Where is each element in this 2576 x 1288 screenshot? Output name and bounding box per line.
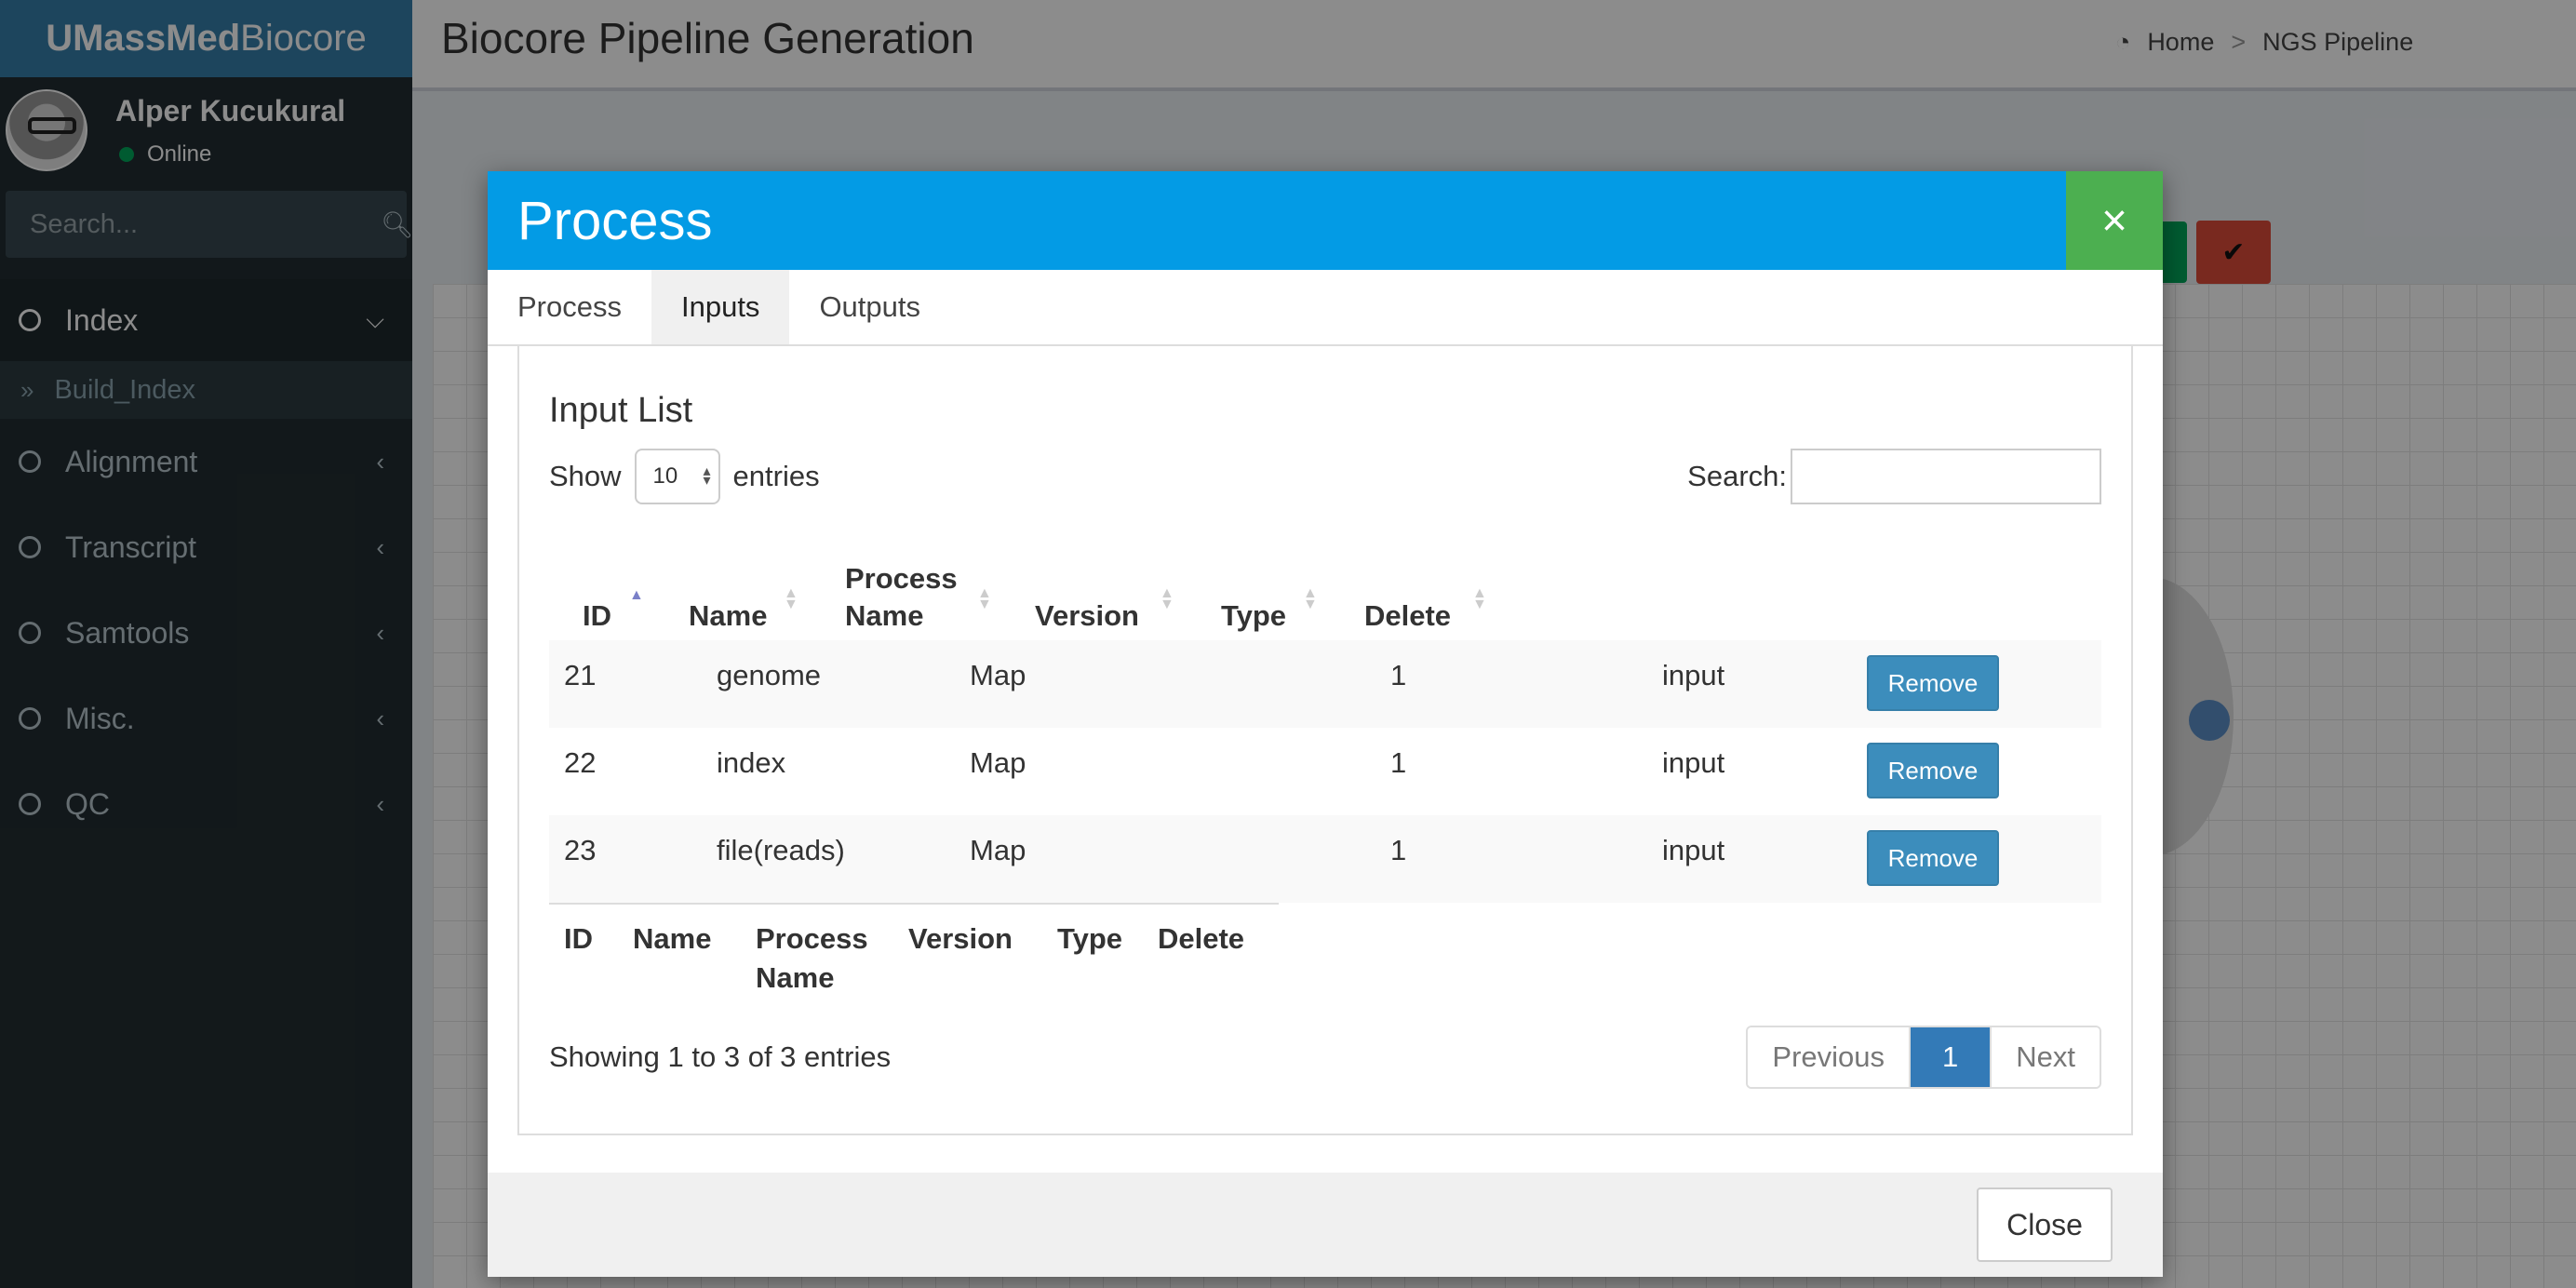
column-header-process-name[interactable]: Process Name — [845, 560, 958, 635]
page-length-value: 10 — [652, 463, 678, 489]
panel-title: Input List — [549, 391, 693, 430]
process-modal: Process × Process Inputs Outputs Input L… — [488, 171, 2163, 1277]
footer-column-version: Version — [908, 922, 1013, 955]
column-header-label: Delete — [1364, 599, 1452, 632]
sort-icon: ▲ ▼ — [1303, 585, 1318, 612]
cell-id: 23 — [564, 834, 597, 866]
footer-column-delete: Delete — [1158, 922, 1245, 955]
cell-name: genome — [717, 659, 822, 691]
cell-id: 22 — [564, 746, 597, 779]
cell-name: index — [717, 746, 786, 779]
column-header-version[interactable]: Version — [1035, 597, 1139, 635]
cell-process-name: Map — [970, 659, 1026, 691]
table-row: 23 file(reads) Map 1 input Remove — [549, 815, 2101, 903]
cell-process-name: Map — [970, 746, 1026, 779]
column-header-type[interactable]: Type — [1221, 597, 1286, 635]
modal-tabs: Process Inputs Outputs — [488, 270, 2163, 346]
table-footer: ID Name Process Name Version Type Delete — [549, 903, 1279, 1014]
input-list-panel: Input List Show 10 ▴ ▾ entries Search: ID… — [517, 344, 2133, 1135]
footer-column-name: Name — [633, 922, 712, 955]
close-icon[interactable]: × — [2066, 171, 2163, 270]
column-header-label-line: Process — [845, 562, 958, 595]
column-header-id[interactable]: ID — [583, 597, 611, 635]
footer-label-line: Process — [756, 922, 868, 955]
search-label: Search: — [1687, 460, 1787, 492]
column-header-name[interactable]: Name — [689, 597, 767, 635]
modal-footer: Close — [488, 1173, 2163, 1277]
column-header-delete[interactable]: Delete — [1364, 597, 1451, 635]
select-arrows-icon: ▴ ▾ — [703, 463, 711, 489]
cell-id: 21 — [564, 659, 597, 691]
column-header-label-line: Name — [845, 599, 924, 632]
cell-version: 1 — [1390, 834, 1407, 866]
column-header-label: Type — [1221, 599, 1287, 632]
cell-process-name: Map — [970, 834, 1026, 866]
sort-icon: ▲ ▼ — [1160, 585, 1174, 612]
column-header-label: Version — [1035, 599, 1139, 632]
sort-icon: ▲ ▼ — [977, 585, 992, 612]
modal-header: Process × — [488, 171, 2163, 270]
table-search-input[interactable] — [1791, 449, 2101, 504]
table-header: ID ▲ Name ▲ ▼ Process Name ▲ ▼ Version ▲ ▼ T… — [549, 540, 1502, 651]
page-length-control: Show 10 ▴ ▾ entries — [549, 449, 820, 504]
cell-version: 1 — [1390, 746, 1407, 779]
entries-label: entries — [732, 460, 820, 492]
sort-icon: ▲ ▼ — [1472, 585, 1487, 612]
pagination: Previous 1 Next — [1746, 1026, 2101, 1089]
show-label: Show — [549, 460, 622, 492]
table-row: 22 index Map 1 input Remove — [549, 728, 2101, 815]
footer-column-id: ID — [564, 922, 593, 955]
cell-type: input — [1662, 746, 1725, 779]
column-header-label: ID — [583, 599, 611, 632]
cell-name: file(reads) — [717, 834, 845, 866]
next-page-button[interactable]: Next — [1990, 1027, 2100, 1087]
tab-process[interactable]: Process — [488, 270, 651, 344]
page-length-select[interactable]: 10 ▴ ▾ — [634, 449, 720, 504]
table-row: 21 genome Map 1 input Remove — [549, 640, 2101, 728]
table-body: 21 genome Map 1 input Remove 22 index Ma… — [549, 640, 2101, 903]
cell-version: 1 — [1390, 659, 1407, 691]
previous-page-button[interactable]: Previous — [1748, 1027, 1909, 1087]
tab-outputs[interactable]: Outputs — [789, 270, 950, 344]
cell-type: input — [1662, 834, 1725, 866]
footer-column-type: Type — [1057, 922, 1123, 955]
sort-asc-icon: ▲ — [629, 587, 644, 603]
cell-type: input — [1662, 659, 1725, 691]
table-search: Search: — [1687, 449, 2101, 504]
remove-button[interactable]: Remove — [1867, 830, 1999, 886]
close-button[interactable]: Close — [1977, 1187, 2113, 1262]
remove-button[interactable]: Remove — [1867, 655, 1999, 711]
modal-title: Process — [517, 190, 713, 251]
tab-inputs[interactable]: Inputs — [651, 270, 790, 344]
remove-button[interactable]: Remove — [1867, 743, 1999, 798]
table-info: Showing 1 to 3 of 3 entries — [549, 1040, 892, 1073]
page-1-button[interactable]: 1 — [1909, 1027, 1991, 1087]
footer-column-process-name: Process Name — [756, 919, 868, 998]
footer-label-line: Name — [756, 961, 835, 994]
column-header-label: Name — [689, 599, 768, 632]
sort-icon: ▲ ▼ — [784, 585, 798, 612]
